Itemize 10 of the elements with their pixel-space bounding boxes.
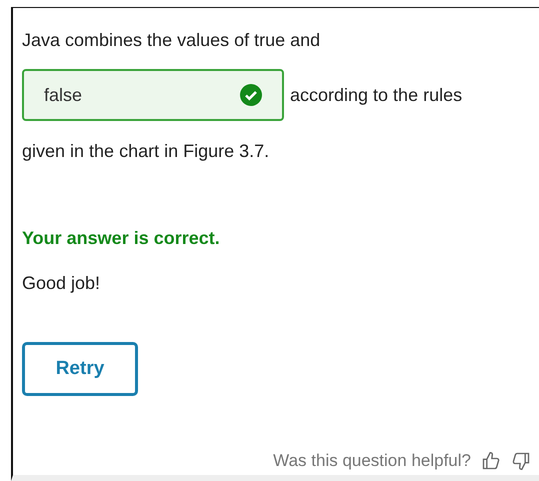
- question-text: given in the chart in Figure 3.7.: [22, 141, 270, 162]
- question-text: according to the rules: [290, 84, 462, 106]
- question-text: Java combines the values of true and: [22, 30, 322, 51]
- answer-field[interactable]: false: [22, 69, 284, 121]
- feedback-message: Good job!: [22, 273, 102, 294]
- result-message: Your answer is correct.: [22, 228, 221, 249]
- retry-button[interactable]: Retry: [22, 342, 138, 396]
- helpful-prompt: Was this question helpful?: [273, 451, 471, 471]
- thumbs-down-icon[interactable]: [511, 451, 531, 471]
- thumbs-up-icon[interactable]: [481, 451, 501, 471]
